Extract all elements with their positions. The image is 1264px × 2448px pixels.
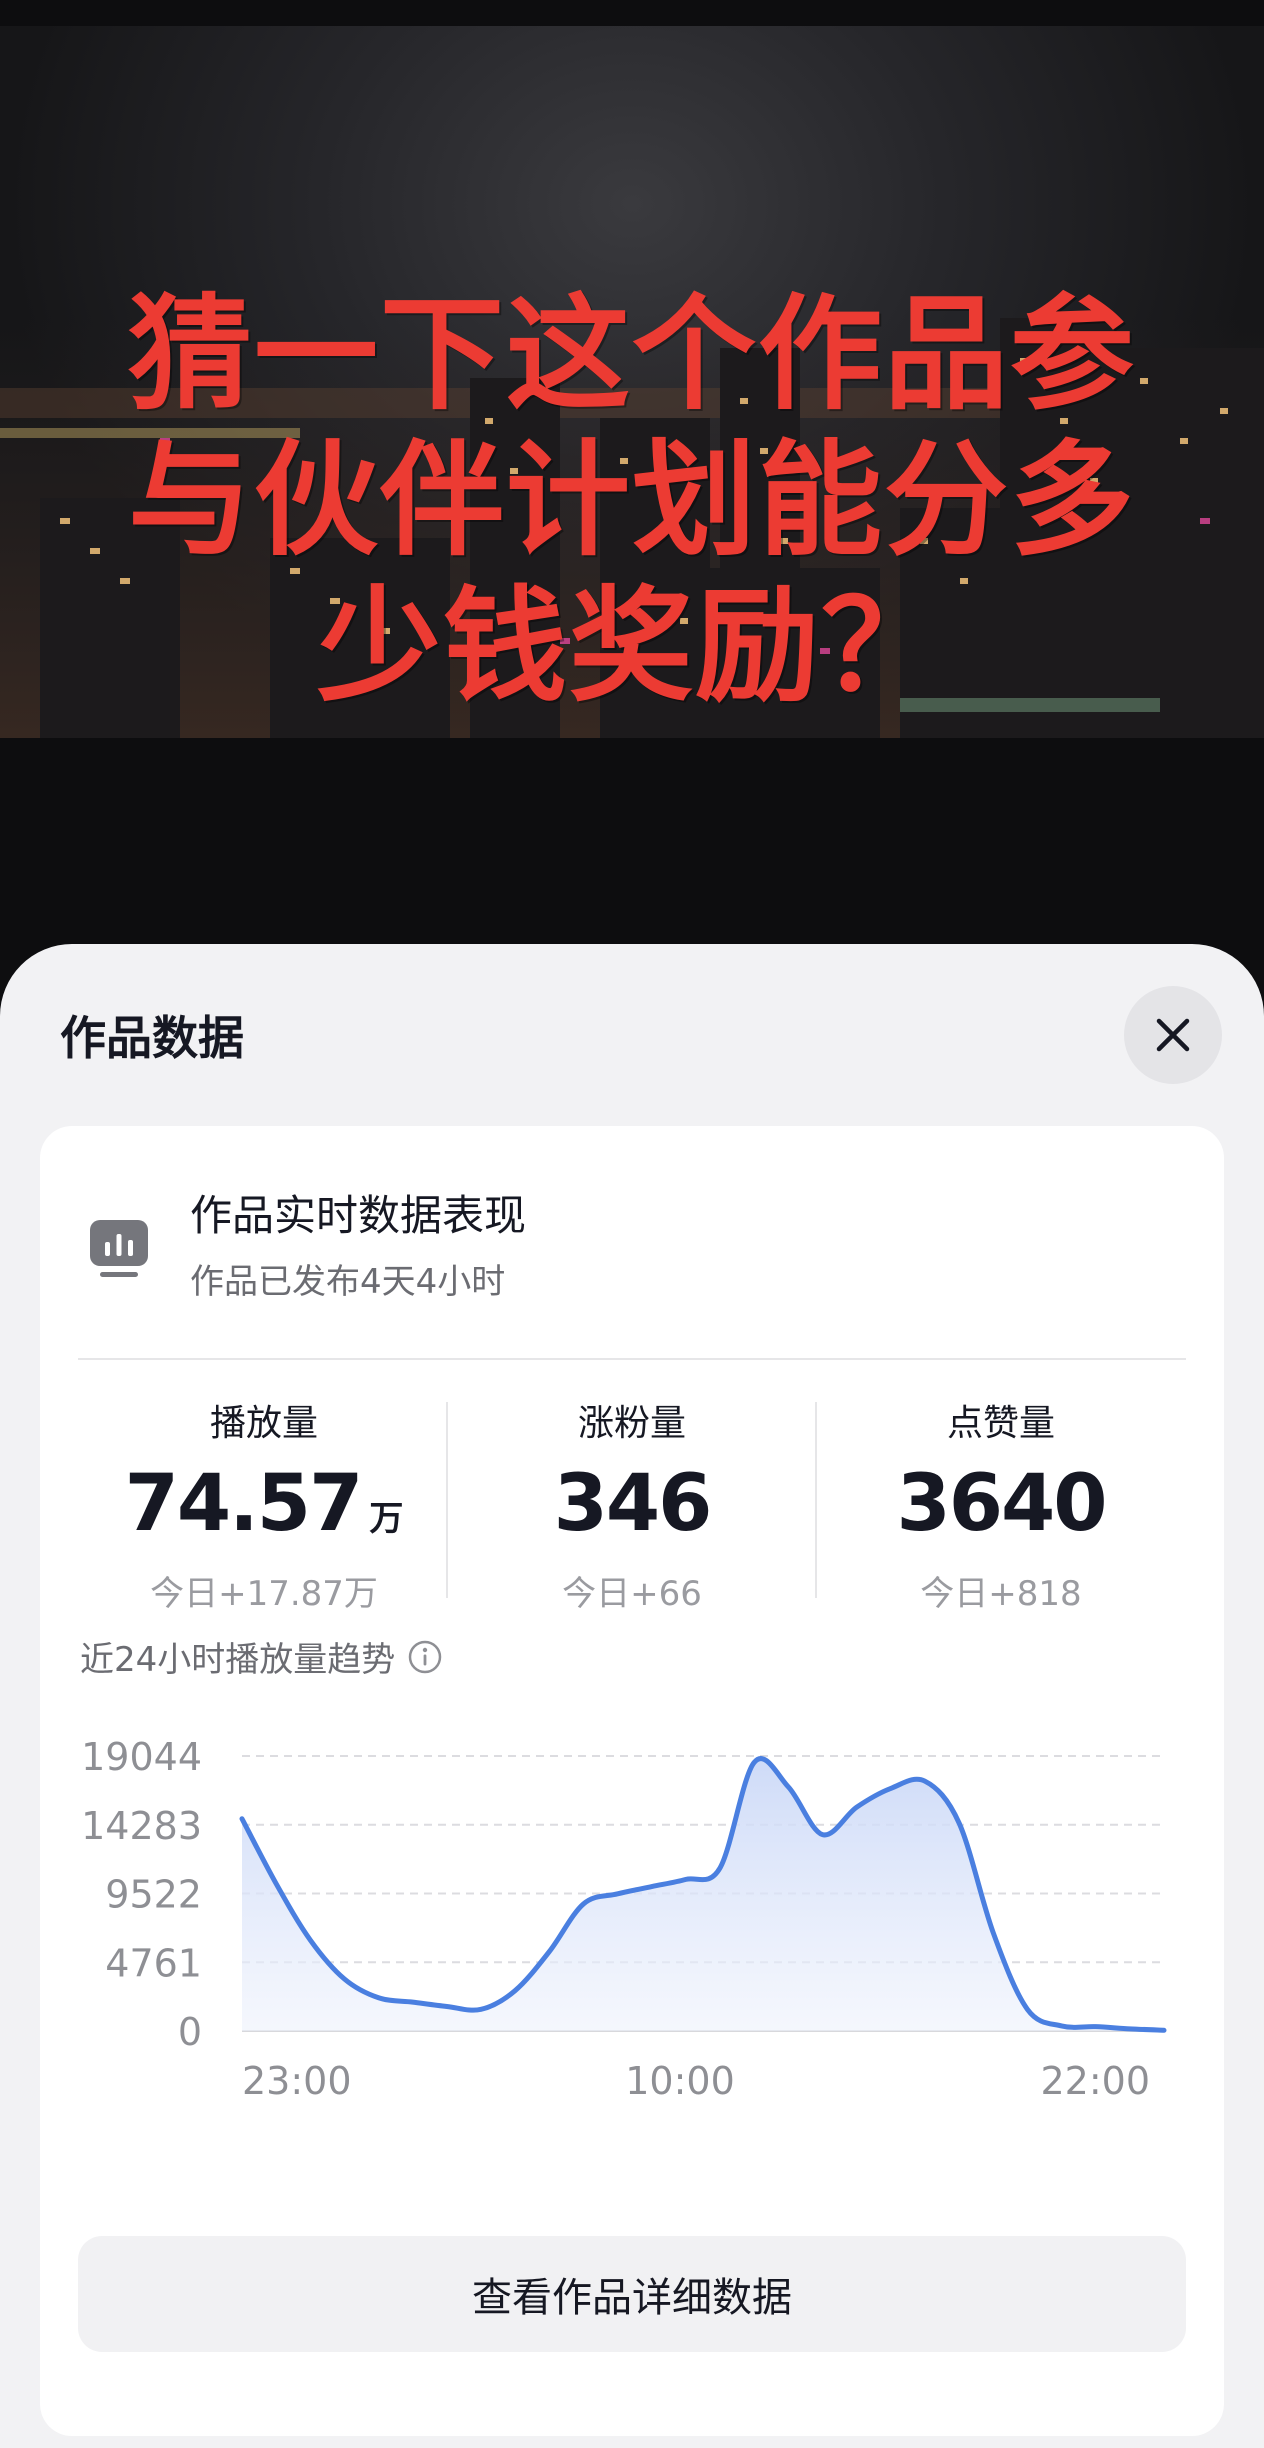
stat-number: 3640 bbox=[896, 1459, 1107, 1549]
stat-label: 涨粉量 bbox=[577, 1403, 686, 1444]
card-title: 作品实时数据表现 bbox=[190, 1191, 527, 1240]
info-icon[interactable] bbox=[407, 1639, 443, 1675]
y-tick-label: 0 bbox=[178, 2010, 202, 2054]
trend-label: 近24小时播放量趋势 bbox=[80, 1632, 443, 1681]
work-data-sheet: 作品数据 作品实时数据表现 作品已发布4天4小时 播放量 74.57 万 今日+1… bbox=[0, 944, 1264, 2448]
stat-number: 346 bbox=[553, 1459, 713, 1549]
x-tick-label: 22:00 bbox=[1040, 2059, 1150, 2103]
y-tick-label: 9522 bbox=[105, 1873, 202, 1917]
stat-today: 今日+17.87万 bbox=[150, 1574, 378, 1614]
trend-label-text: 近24小时播放量趋势 bbox=[80, 1640, 396, 1680]
overlay-line-3: 少钱奖励？ bbox=[316, 575, 947, 719]
x-tick-label: 10:00 bbox=[625, 2059, 735, 2103]
stat-likes: 点赞量 3640 今日+818 bbox=[817, 1394, 1185, 1615]
stat-plays: 播放量 74.57 万 今日+17.87万 bbox=[80, 1394, 448, 1615]
overlay-line-1: 猜一下这个作品参 bbox=[127, 283, 1136, 427]
card-subtitle: 作品已发布4天4小时 bbox=[190, 1262, 506, 1302]
stat-value: 3640 bbox=[817, 1454, 1185, 1554]
stat-number: 74.57 bbox=[124, 1459, 364, 1549]
stat-followers: 涨粉量 346 今日+66 bbox=[448, 1394, 816, 1615]
stat-label: 点赞量 bbox=[946, 1403, 1055, 1444]
video-player[interactable]: 猜一下这个作品参 与伙伴计划能分多 少钱奖励？ bbox=[0, 0, 1264, 960]
bar-chart-icon bbox=[90, 1220, 148, 1277]
video-overlay-title: 猜一下这个作品参 与伙伴计划能分多 少钱奖励？ bbox=[0, 282, 1264, 720]
close-icon bbox=[1156, 1018, 1190, 1052]
close-button[interactable] bbox=[1124, 986, 1222, 1084]
stat-unit: 万 bbox=[369, 1499, 404, 1539]
stat-today: 今日+818 bbox=[920, 1574, 1082, 1614]
stat-value: 346 bbox=[448, 1454, 816, 1554]
stat-today: 今日+66 bbox=[562, 1574, 702, 1614]
view-detail-button[interactable]: 查看作品详细数据 bbox=[78, 2236, 1186, 2352]
divider bbox=[78, 1358, 1186, 1360]
realtime-data-card: 作品实时数据表现 作品已发布4天4小时 播放量 74.57 万 今日+17.87万… bbox=[40, 1126, 1224, 2436]
y-tick-label: 14283 bbox=[81, 1804, 202, 1848]
views-trend-chart: 19044 14283 9522 4761 0 23:00 10:00 22:00 bbox=[81, 1735, 1167, 2103]
trend-area bbox=[242, 1758, 1164, 2031]
stat-value: 74.57 万 bbox=[80, 1454, 448, 1554]
y-tick-label: 4761 bbox=[105, 1941, 202, 1985]
y-tick-label: 19044 bbox=[81, 1735, 202, 1779]
overlay-line-2: 与伙伴计划能分多 bbox=[127, 429, 1136, 573]
sheet-title: 作品数据 bbox=[60, 1011, 244, 1065]
video-thumbnail: 猜一下这个作品参 与伙伴计划能分多 少钱奖励？ bbox=[0, 26, 1264, 738]
stat-label: 播放量 bbox=[209, 1403, 318, 1444]
x-tick-label: 23:00 bbox=[242, 2059, 352, 2103]
